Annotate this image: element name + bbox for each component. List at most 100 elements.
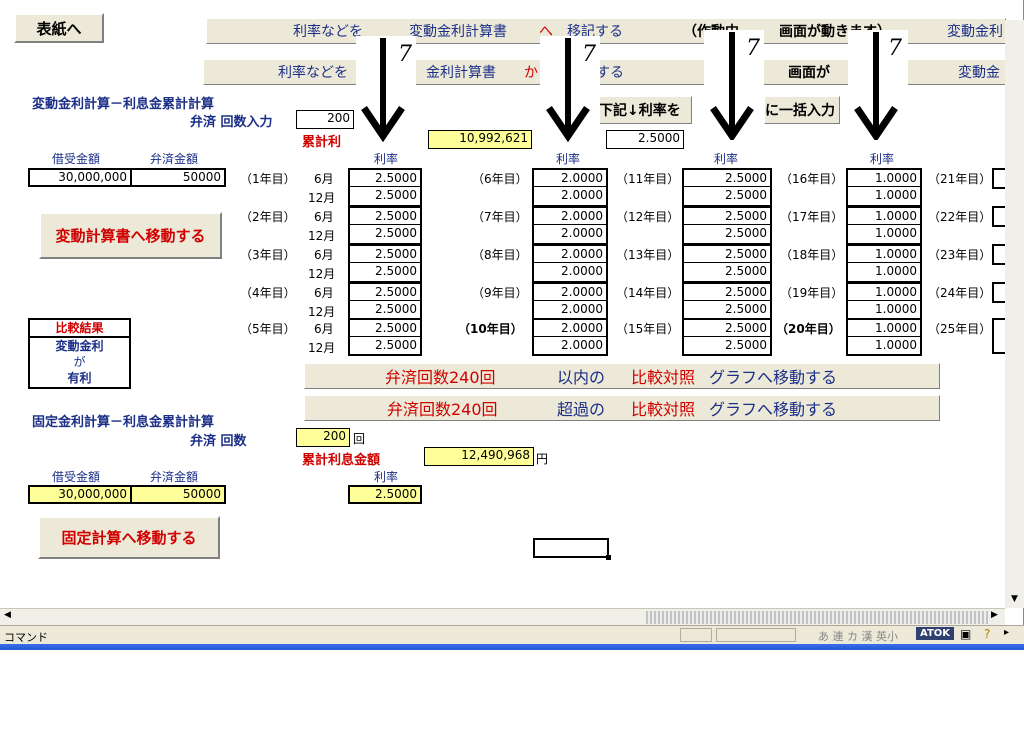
month-label: 12月 [308,305,336,319]
rate-cell[interactable]: 2.5000 [348,337,422,356]
rate-cell[interactable]: 1.0000 [846,244,922,263]
rate-cell[interactable]: 2.0000 [532,263,608,282]
rate-cell[interactable]: 2.0000 [532,206,608,225]
month-label: 6月 [314,286,334,300]
fixed-pay-input[interactable]: 50000 [130,485,226,504]
fixed-cum-unit: 円 [536,452,549,466]
rate-cell[interactable]: 2.0000 [532,282,608,301]
rate-cell[interactable]: 2.0000 [532,318,608,337]
rate-cell[interactable]: 2.5000 [682,168,772,187]
rate-cell-partial[interactable] [992,168,1006,189]
year-label: （19年目） [780,286,844,300]
rate-cell[interactable]: 1.0000 [846,187,922,206]
year-label: （14年目） [616,286,680,300]
rate-cell[interactable]: 2.5000 [348,225,422,244]
rate-cell[interactable]: 2.5000 [348,263,422,282]
rate-cell[interactable]: 2.5000 [348,206,422,225]
rate-cell[interactable]: 2.0000 [532,225,608,244]
scroll-down-icon[interactable]: ▼ [1005,594,1024,608]
year-label: （11年目） [616,172,680,186]
rate-cell[interactable]: 2.5000 [682,263,772,282]
move-variable-button[interactable]: 変動計算書へ移動する [39,212,222,259]
bar2-text-4: する [596,65,624,81]
rate-cell[interactable]: 1.0000 [846,206,922,225]
vertical-scrollbar[interactable]: ▼ [1005,20,1024,608]
rate-cell[interactable]: 2.0000 [532,187,608,206]
fill-handle[interactable] [606,555,611,560]
fixed-rate-input[interactable]: 2.5000 [348,485,422,504]
graph-within-240-button[interactable]: 弁済回数240回 以内の 比較対照 グラフへ移動する [304,363,940,389]
rate-cell[interactable]: 1.0000 [846,225,922,244]
rate-cell[interactable]: 1.0000 [846,282,922,301]
down-arrow-4: 7 [848,30,908,143]
rate-cell[interactable]: 2.5000 [682,282,772,301]
rate-cell[interactable]: 2.0000 [532,337,608,356]
rate-cell[interactable]: 2.5000 [348,168,422,187]
year-label: （25年目） [928,322,992,336]
pay-header: 弁済金額 [150,152,199,166]
status-panel [716,628,796,642]
rate-cell-partial[interactable] [992,244,1006,265]
month-label: 12月 [308,191,336,205]
fixed-rate-header: 利率 [374,470,399,484]
variable-count-input[interactable]: 200 [296,110,354,129]
atok-icon[interactable]: ATOK [916,627,955,640]
cover-button[interactable]: 表紙へ [14,13,104,43]
rate-cell[interactable]: 2.5000 [682,337,772,356]
rate-cell[interactable]: 2.5000 [348,282,422,301]
scroll-right-icon[interactable]: ▶ [991,610,998,620]
bulk-rate-input[interactable]: 2.5000 [606,130,684,149]
arrow-label: 7 [746,36,760,61]
graph2-text-a: 弁済回数240回 [387,400,498,419]
rate-cell[interactable]: 2.0000 [532,244,608,263]
rate-cell[interactable]: 2.5000 [348,187,422,206]
status-bar: コマンド あ 連 カ 漢 英小 ATOK ▣ ? ▸ [0,625,1024,644]
bulk-input-button-2[interactable]: に一括入力 [764,96,840,124]
bar1-text-2: 変動金利計算書 [409,24,507,40]
horizontal-scrollbar[interactable]: ◀ ▶ [0,608,1005,625]
graph2-text-d: グラフへ移動する [709,400,838,419]
fixed-loan-input[interactable]: 30,000,000 [28,485,132,504]
rate-cell[interactable]: 2.5000 [348,244,422,263]
graph-over-240-button[interactable]: 弁済回数240回 超過の 比較対照 グラフへ移動する [304,395,940,421]
rate-cell[interactable]: 1.0000 [846,263,922,282]
rate-header-4: 利率 [870,152,895,166]
rate-cell[interactable]: 1.0000 [846,168,922,187]
loan-amount-input[interactable]: 30,000,000 [28,168,132,187]
rate-cell[interactable]: 1.0000 [846,318,922,337]
move-fixed-button[interactable]: 固定計算へ移動する [38,516,220,559]
year-label: （6年目） [472,172,528,186]
ime-tool-icon[interactable]: ▣ [960,627,971,641]
fixed-count-label: 弁済 回数 [190,434,247,449]
ime-help-icon[interactable]: ? [984,627,990,641]
month-label: 12月 [308,341,336,355]
rate-cell[interactable]: 2.5000 [348,318,422,337]
rate-cell-partial[interactable] [992,318,1006,354]
rate-cell[interactable]: 2.5000 [682,206,772,225]
scroll-thumb[interactable] [646,611,990,624]
rate-cell[interactable]: 1.0000 [846,337,922,356]
scroll-left-icon[interactable]: ◀ [4,610,11,620]
graph2-text-b: 超過の [557,400,606,419]
month-label: 12月 [308,267,336,281]
variable-cum-value: 10,992,621 [428,130,532,149]
ime-indicators[interactable]: あ 連 カ 漢 英小 [818,628,898,644]
arrow-label: 7 [398,42,412,67]
comparison-line1: 変動金利 [55,339,104,353]
ime-menu-icon[interactable]: ▸ [1004,627,1009,638]
fixed-count-input[interactable]: 200 [296,428,350,447]
rate-cell[interactable]: 2.5000 [682,225,772,244]
rate-cell-partial[interactable] [992,282,1006,303]
year-label: （24年目） [928,286,992,300]
rate-cell-partial[interactable] [992,206,1006,227]
rate-cell[interactable]: 2.5000 [682,187,772,206]
comparison-line3: 有利 [67,371,92,385]
pay-amount-input[interactable]: 50000 [130,168,226,187]
bulk-input-button[interactable]: 下記↓利率を [596,96,692,124]
rate-cell[interactable]: 2.0000 [532,168,608,187]
year-label: （17年目） [780,210,844,224]
rate-cell[interactable]: 2.5000 [682,318,772,337]
active-cell-cursor[interactable] [533,538,609,558]
rate-cell[interactable]: 2.5000 [682,244,772,263]
status-mode: コマンド [4,631,48,644]
